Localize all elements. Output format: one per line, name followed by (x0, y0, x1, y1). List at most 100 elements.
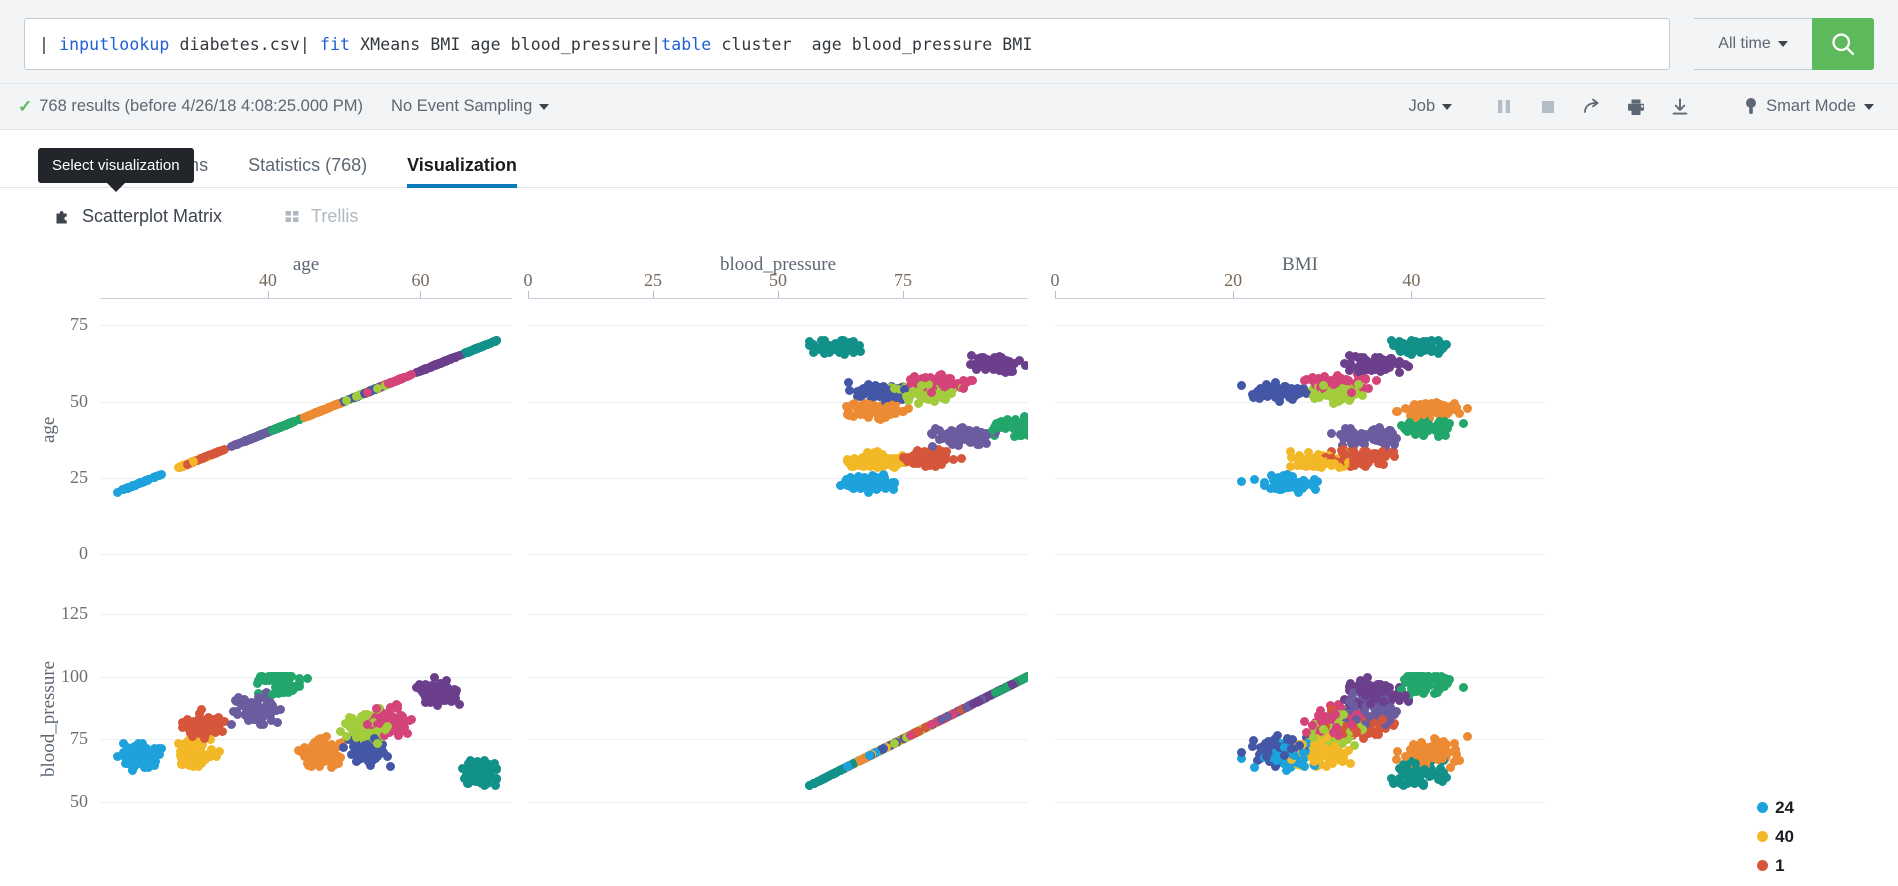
data-point (856, 755, 866, 765)
time-range-picker[interactable]: All time (1694, 18, 1812, 70)
data-point (927, 387, 937, 397)
data-point (1023, 425, 1028, 435)
data-point (214, 714, 224, 724)
legend-color-swatch (1757, 860, 1769, 871)
tab-statistics[interactable]: Statistics (768) (228, 156, 387, 187)
scatter-cell-BMI-vs-blood_pressure[interactable] (1055, 589, 1545, 839)
check-icon: ✓ (18, 97, 33, 116)
legend-item[interactable]: 40 (1757, 828, 1794, 845)
export-button[interactable] (1658, 92, 1702, 122)
data-point (1379, 459, 1389, 469)
x-axis-line (100, 298, 512, 299)
data-point (1395, 368, 1405, 378)
data-point (1364, 429, 1374, 439)
search-query-text: | inputlookup diabetes.csv| fit XMeans B… (39, 34, 1033, 54)
gridline (1055, 554, 1545, 555)
data-point (1434, 431, 1444, 441)
scatter-cell-BMI-vs-age[interactable] (1055, 304, 1545, 554)
result-count-label: 768 results (before 4/26/18 4:08:25.000 … (39, 97, 364, 115)
tab-statistics-label: Statistics (768) (248, 155, 368, 175)
data-point (856, 459, 866, 469)
export-icon (1672, 98, 1688, 115)
x-tick-mark (528, 291, 529, 298)
data-point (284, 674, 294, 684)
pause-button[interactable] (1482, 92, 1526, 122)
data-point (819, 773, 829, 783)
scatter-cell-blood_pressure-vs-age[interactable] (528, 304, 1028, 554)
y-tick-label: 25 (70, 466, 88, 487)
data-point (1354, 379, 1364, 389)
stop-button[interactable] (1526, 92, 1570, 122)
search-submit-button[interactable] (1812, 18, 1874, 70)
data-point (1324, 459, 1334, 469)
data-point (1415, 772, 1425, 782)
x-tick-mark (1411, 291, 1413, 298)
scatter-cell-age-vs-age[interactable] (100, 304, 512, 554)
data-point (1351, 453, 1361, 463)
data-point (1374, 679, 1384, 689)
x-tick-mark (1055, 291, 1056, 298)
search-mode-dropdown[interactable]: Smart Mode (1744, 97, 1874, 116)
legend-item[interactable]: 1 (1757, 857, 1794, 874)
data-point (1271, 739, 1281, 749)
data-point (1459, 682, 1469, 692)
data-point (429, 360, 439, 370)
data-point (947, 379, 957, 389)
print-button[interactable] (1614, 92, 1658, 122)
data-point (1314, 742, 1324, 752)
data-point (1297, 461, 1307, 471)
data-point (1344, 746, 1354, 756)
chevron-down-icon (539, 103, 550, 110)
job-dropdown[interactable]: Job (1409, 97, 1453, 116)
event-sampling-dropdown[interactable]: No Event Sampling (391, 97, 550, 116)
data-point (266, 697, 276, 707)
data-point (1401, 751, 1411, 761)
data-point (1346, 387, 1356, 397)
toolbar-actions: Job Smart Mode (1409, 92, 1874, 122)
data-point (313, 734, 323, 744)
data-point (1250, 762, 1259, 772)
data-point (306, 755, 316, 765)
data-point (272, 705, 282, 715)
x-axis-line (528, 298, 1028, 299)
viz-option-scatterplot-matrix[interactable]: Scatterplot Matrix (55, 206, 222, 227)
share-button[interactable] (1570, 92, 1614, 122)
data-point (189, 742, 199, 752)
x-tick-label: 40 (258, 270, 277, 290)
data-point (1446, 762, 1456, 772)
tab-visualization[interactable]: Visualization (387, 156, 537, 188)
lightbulb-icon (1746, 98, 1757, 114)
data-point (197, 705, 207, 715)
data-point (393, 730, 403, 740)
viz-option-trellis[interactable]: Trellis (284, 206, 358, 227)
search-input[interactable]: | inputlookup diabetes.csv| fit XMeans B… (24, 18, 1670, 70)
scatter-cell-blood_pressure-vs-blood_pressure[interactable] (528, 589, 1028, 839)
scatter-cell-age-vs-blood_pressure[interactable] (100, 589, 512, 839)
data-point (303, 673, 313, 683)
data-point (1299, 480, 1309, 490)
print-icon (1628, 99, 1645, 115)
data-point (1314, 457, 1324, 467)
data-point (1378, 714, 1388, 724)
data-point (1391, 406, 1401, 416)
data-point (1394, 773, 1404, 783)
data-point (351, 732, 361, 742)
data-point (143, 761, 153, 770)
data-point (326, 742, 336, 752)
data-point (1394, 336, 1404, 346)
select-visualization-tooltip: Select visualization (38, 148, 194, 192)
data-point (1282, 733, 1292, 743)
data-point (1445, 419, 1455, 429)
x-tick-mark (903, 291, 904, 298)
data-point (898, 452, 908, 462)
viz-option-trellis-label: Trellis (311, 205, 359, 226)
data-point (1337, 383, 1347, 393)
data-point (373, 383, 383, 393)
x-tick-label: 25 (644, 270, 662, 290)
legend-item[interactable]: 24 (1757, 799, 1794, 816)
data-point (415, 680, 425, 690)
data-point (435, 679, 445, 689)
x-axis-line (1055, 298, 1545, 299)
data-point (917, 380, 927, 390)
data-point (1359, 734, 1369, 744)
